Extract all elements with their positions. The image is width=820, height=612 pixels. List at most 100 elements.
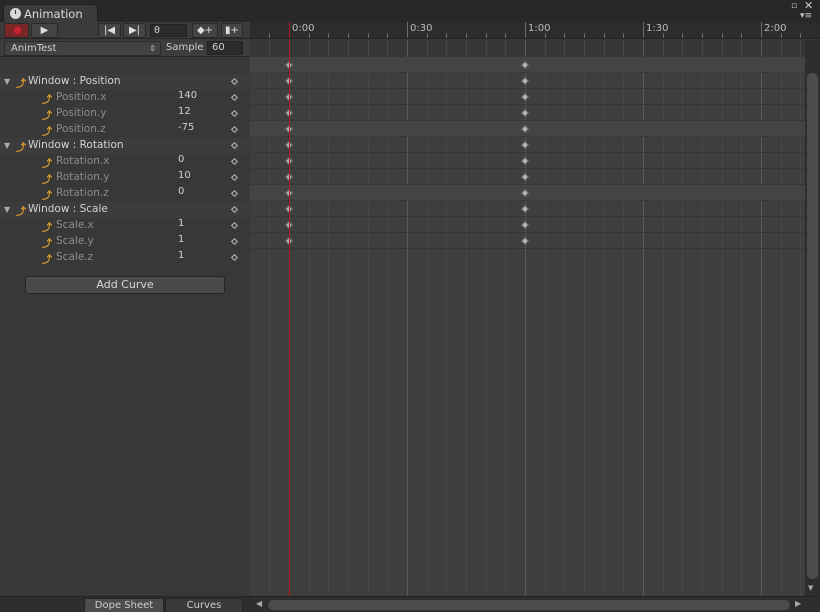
keyframe-toggle-icon[interactable] (230, 141, 239, 150)
ruler-tick (466, 33, 467, 38)
property-hierarchy: ▼ ⤴ Window : Position ⤴ Position.x 140 ⤴ Positi… (0, 58, 249, 596)
ruler-tick (741, 33, 742, 38)
property-value-field[interactable]: 1 (178, 234, 184, 245)
vertical-scrollbar[interactable]: ▼ (805, 40, 820, 596)
property-value-field[interactable]: 140 (178, 90, 197, 101)
keyframe-toggle-icon[interactable] (230, 221, 239, 230)
keyframe-toggle-icon[interactable] (230, 157, 239, 166)
property-row[interactable]: ⤴ Position.x 140 (0, 90, 249, 106)
maximize-icon[interactable]: ▫ (791, 1, 797, 11)
horizontal-scrollbar[interactable]: ◀ ▶ (250, 596, 820, 612)
property-row[interactable]: ⤴ Scale.z 1 (0, 250, 249, 266)
window-menu-icon[interactable]: ▾≡ (800, 11, 812, 21)
ruler-tick (643, 22, 644, 38)
property-group-row[interactable]: ▼ ⤴ Window : Rotation (0, 138, 249, 154)
tab-dope-sheet[interactable]: Dope Sheet (84, 598, 164, 612)
ruler-tick (446, 33, 447, 38)
property-label: Position.z (56, 123, 106, 135)
add-curve-button[interactable]: Add Curve (25, 276, 225, 294)
foldout-arrow-icon[interactable]: ▼ (4, 141, 10, 150)
keyframe-toggle-icon[interactable] (230, 93, 239, 102)
window-tab-strip: Animation ▫ ✕ ▾≡ (0, 0, 820, 22)
ruler-tick (761, 22, 762, 38)
ruler-tick (328, 33, 329, 38)
property-label: Rotation.x (56, 155, 110, 167)
scroll-down-icon[interactable]: ▼ (808, 584, 813, 592)
frame-input[interactable]: 0 (150, 24, 187, 37)
property-label: Window : Position (28, 75, 121, 87)
property-row[interactable]: ⤴ Scale.x 1 (0, 218, 249, 234)
property-row[interactable]: ⤴ Rotation.x 0 (0, 154, 249, 170)
clip-name: AnimTest (11, 43, 57, 54)
record-icon (14, 27, 21, 34)
property-row[interactable]: ⤴ Rotation.y 10 (0, 170, 249, 186)
curve-icon: ⤴ (16, 207, 26, 218)
property-row[interactable]: ⤴ Rotation.z 0 (0, 186, 249, 202)
property-value-field[interactable]: 12 (178, 106, 191, 117)
curve-icon: ⤴ (42, 191, 52, 202)
property-row[interactable]: ⤴ Position.z -75 (0, 122, 249, 138)
ruler-tick (525, 22, 526, 38)
keyframe-toggle-icon[interactable] (230, 205, 239, 214)
animation-tab[interactable]: Animation (3, 4, 98, 22)
playhead-marker[interactable] (289, 22, 290, 38)
clip-dropdown[interactable]: AnimTest ⇕ (4, 41, 161, 56)
scroll-right-icon[interactable]: ▶ (795, 599, 801, 608)
property-row[interactable]: ⤴ Scale.y 1 (0, 234, 249, 250)
ruler-tick (604, 33, 605, 38)
ruler-tick (722, 33, 723, 38)
property-row[interactable]: ⤴ Position.y 12 (0, 106, 249, 122)
curve-icon: ⤴ (42, 175, 52, 186)
property-value-field[interactable]: 1 (178, 218, 184, 229)
playhead[interactable] (289, 40, 290, 596)
add-keyframe-button[interactable]: ◆+ (192, 23, 218, 38)
foldout-arrow-icon[interactable]: ▼ (4, 205, 10, 214)
ruler-tick (348, 33, 349, 38)
property-value-field[interactable]: 0 (178, 186, 184, 197)
ruler-tick (407, 22, 408, 38)
ruler-tick (368, 33, 369, 38)
foldout-arrow-icon[interactable]: ▼ (4, 77, 10, 86)
property-group-row[interactable]: ▼ ⤴ Window : Position (0, 74, 249, 90)
property-value-field[interactable]: 0 (178, 154, 184, 165)
add-event-button[interactable]: ▮+ (221, 23, 243, 38)
curve-icon: ⤴ (42, 239, 52, 250)
next-keyframe-button[interactable]: ▶| (123, 23, 146, 38)
keyframe-toggle-icon[interactable] (230, 125, 239, 134)
keyframe-toggle-icon[interactable] (230, 77, 239, 86)
curve-icon: ⤴ (42, 159, 52, 170)
keyframe-toggle-icon[interactable] (230, 237, 239, 246)
tab-curves[interactable]: Curves (165, 598, 243, 612)
keyframe-toggle-icon[interactable] (230, 109, 239, 118)
clock-icon (10, 8, 21, 19)
property-label: Position.x (56, 91, 107, 103)
property-value-field[interactable]: -75 (178, 122, 194, 133)
time-ruler[interactable]: 0:00 0:30 1:00 1:30 2:00 (250, 22, 820, 39)
window-controls: ▫ ✕ ▾≡ (790, 0, 816, 21)
view-mode-bar: Dope Sheet Curves (0, 596, 250, 612)
curve-icon: ⤴ (16, 143, 26, 154)
keyframe-toggle-icon[interactable] (230, 189, 239, 198)
record-button[interactable] (4, 23, 29, 38)
property-label: Scale.z (56, 251, 94, 263)
horizontal-scrollbar-thumb[interactable] (268, 600, 790, 610)
play-button[interactable]: ▶ (31, 23, 58, 38)
property-value-field[interactable]: 10 (178, 170, 191, 181)
scroll-left-icon[interactable]: ◀ (256, 599, 262, 608)
ruler-label: 0:30 (410, 23, 433, 34)
vertical-scrollbar-thumb[interactable] (807, 73, 818, 579)
property-group-row[interactable]: ▼ ⤴ Window : Scale (0, 202, 249, 218)
ruler-label: 1:00 (528, 23, 551, 34)
sample-rate-input[interactable]: 60 (207, 41, 243, 55)
ruler-label: 0:00 (292, 23, 315, 34)
property-label: Scale.x (56, 219, 94, 231)
property-label: Rotation.y (56, 171, 110, 183)
property-value-field[interactable]: 1 (178, 250, 184, 261)
ruler-tick (564, 33, 565, 38)
ruler-label: 1:30 (646, 23, 669, 34)
keyframe-toggle-icon[interactable] (230, 173, 239, 182)
previous-keyframe-button[interactable]: |◀ (98, 23, 121, 38)
dope-sheet-timeline[interactable] (250, 40, 805, 596)
clip-bar: AnimTest ⇕ Sample 60 (0, 40, 250, 57)
keyframe-toggle-icon[interactable] (230, 253, 239, 262)
